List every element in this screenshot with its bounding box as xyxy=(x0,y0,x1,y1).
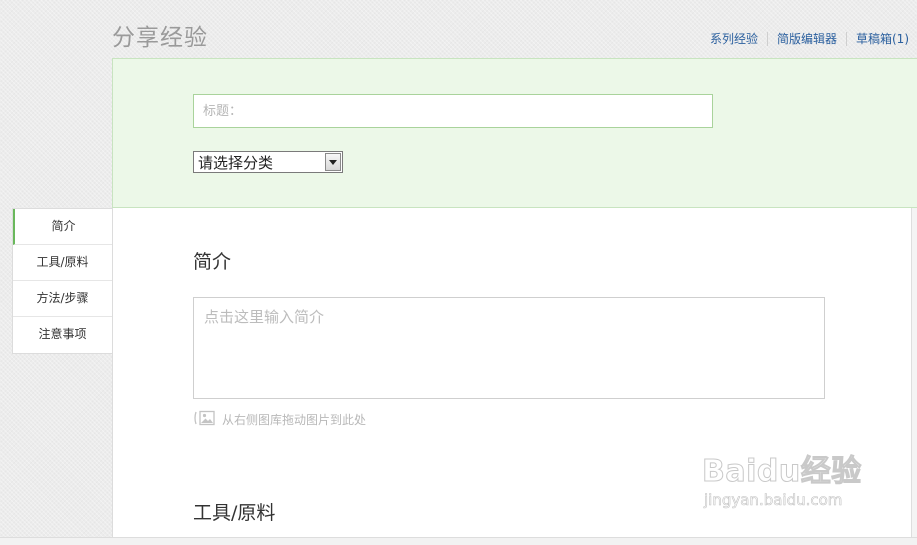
nav-item-steps[interactable]: 方法/步骤 xyxy=(13,281,112,317)
nav-item-notes[interactable]: 注意事项 xyxy=(13,317,112,353)
intro-textarea[interactable] xyxy=(193,297,825,399)
image-drop-hint-text: 从右侧图库拖动图片到此处 xyxy=(222,413,367,427)
top-links: 系列经验 简版编辑器 草稿箱(1) xyxy=(710,30,909,47)
section-nav: 简介 工具/原料 方法/步骤 注意事项 xyxy=(12,208,112,354)
watermark-url: jingyan.baidu.com xyxy=(704,491,843,510)
intro-heading: 简介 xyxy=(193,251,232,273)
nav-item-tools[interactable]: 工具/原料 xyxy=(13,245,112,281)
category-select-value: 请选择分类 xyxy=(198,153,274,172)
title-category-panel: 请选择分类 xyxy=(112,58,917,208)
divider xyxy=(846,31,847,46)
tools-heading: 工具/原料 xyxy=(193,502,276,524)
baidu-jingyan-watermark: Baidu经验 jingyan.baidu.com xyxy=(702,446,862,510)
dropdown-arrow-button[interactable] xyxy=(325,153,341,171)
nav-item-intro[interactable]: 简介 xyxy=(13,209,112,245)
title-input[interactable] xyxy=(193,94,713,128)
image-icon xyxy=(193,410,215,429)
simple-editor-link[interactable]: 简版编辑器 xyxy=(777,30,837,47)
bottom-bar xyxy=(0,537,917,545)
page-title: 分享经验 xyxy=(112,25,208,51)
watermark-logo: Baidu经验 xyxy=(702,454,862,490)
right-edge-strip xyxy=(911,208,917,545)
series-experience-link[interactable]: 系列经验 xyxy=(710,30,758,47)
image-drop-hint: 从右侧图库拖动图片到此处 xyxy=(193,410,366,429)
chevron-down-icon xyxy=(329,159,337,165)
category-select[interactable]: 请选择分类 xyxy=(193,151,343,173)
drafts-link[interactable]: 草稿箱(1) xyxy=(856,30,909,47)
divider xyxy=(766,31,768,46)
